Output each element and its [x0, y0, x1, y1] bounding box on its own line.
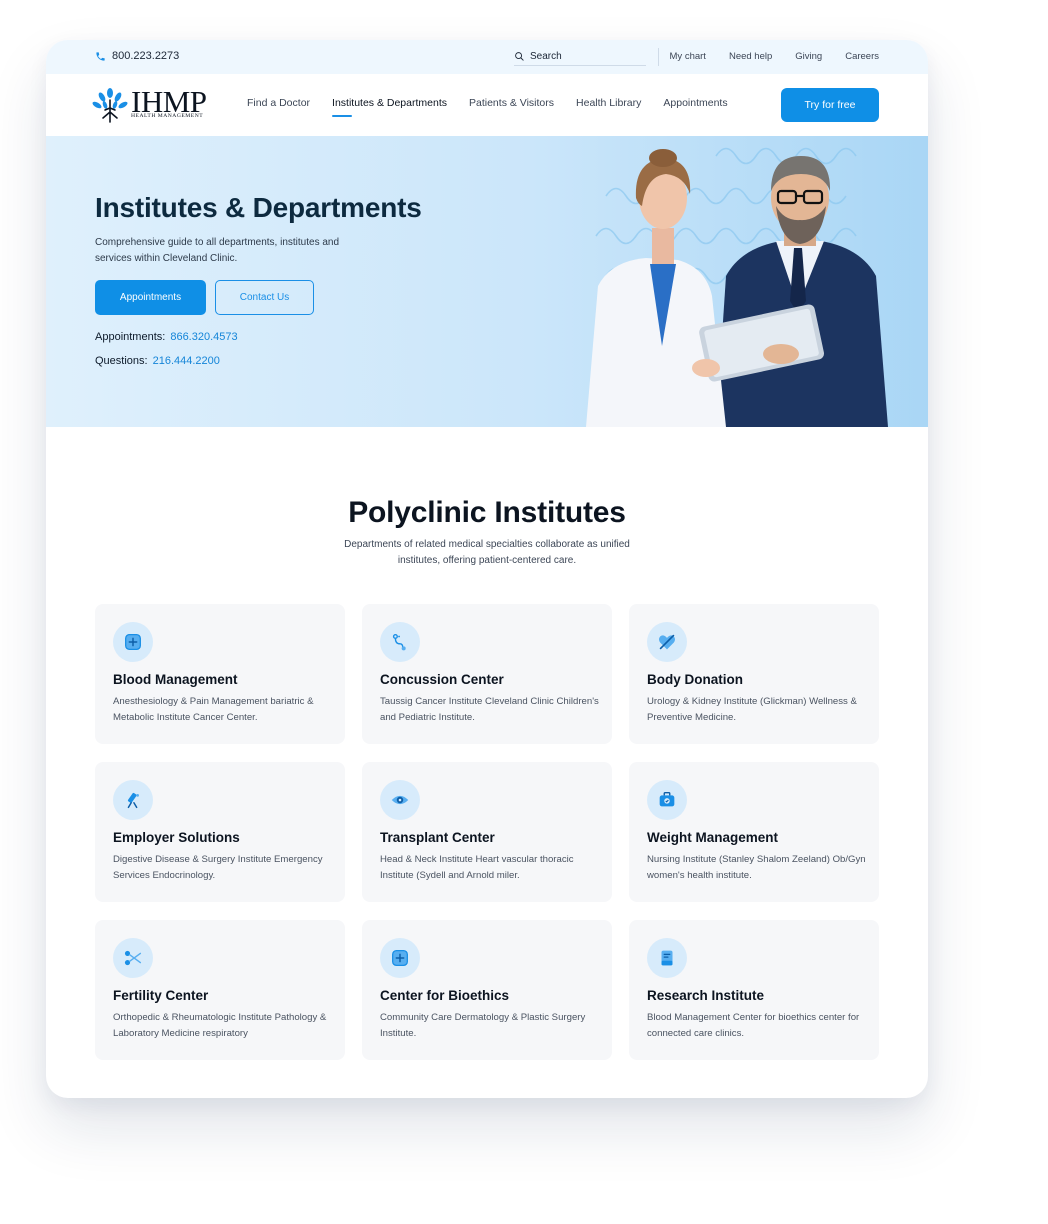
nav-item-find-a-doctor[interactable]: Find a Doctor [247, 97, 310, 109]
card-description: Taussig Cancer Institute Cleveland Clini… [380, 696, 599, 723]
card-title: Center for Bioethics [380, 988, 510, 1003]
section-description: Departments of related medical specialti… [344, 539, 630, 566]
contact-us-button[interactable]: Contact Us [215, 280, 314, 315]
institute-card[interactable]: Fertility Center Orthopedic & Rheumatolo… [95, 920, 345, 1060]
phone-number: 800.223.2273 [112, 50, 180, 62]
utility-bar: 800.223.2273 Search My chart Need help G… [46, 40, 928, 74]
link-careers[interactable]: Careers [845, 51, 879, 62]
medical-bag-icon [647, 780, 687, 820]
section-title: Polyclinic Institutes [348, 496, 626, 529]
main-navbar: IHMP HEALTH MANAGEMENT Find a Doctor Ins… [46, 74, 928, 136]
link-need-help[interactable]: Need help [729, 51, 772, 62]
appointments-label: Appointments: [95, 331, 166, 343]
plus-box-icon [113, 622, 153, 662]
stethoscope-icon [380, 622, 420, 662]
doctors-photo [586, 147, 888, 427]
institute-card[interactable]: Weight Management Nursing Institute (Sta… [629, 762, 879, 902]
card-description: Digestive Disease & Surgery Institute Em… [113, 854, 323, 881]
hero-section: Institutes & Departments Comprehensive g… [46, 136, 928, 427]
nav-item-institutes-departments[interactable]: Institutes & Departments [332, 97, 447, 117]
appointments-phone-link[interactable]: 866.320.4573 [170, 331, 237, 343]
utility-links: My chart Need help Giving Careers [670, 51, 879, 62]
logo-wordmark: IHMP [131, 84, 207, 119]
search-input[interactable]: Search [514, 48, 646, 66]
hero-description: Comprehensive guide to all departments, … [95, 237, 340, 264]
nav-menu: Find a Doctor Institutes & Departments P… [247, 97, 728, 117]
link-my-chart[interactable]: My chart [670, 51, 706, 62]
browser-frame: 800.223.2273 Search My chart Need help G… [46, 40, 928, 1098]
institute-card[interactable]: Research Institute Blood Management Cent… [629, 920, 879, 1060]
try-for-free-button[interactable]: Try for free [781, 88, 879, 122]
document-icon [647, 938, 687, 978]
institute-card[interactable]: Transplant Center Head & Neck Institute … [362, 762, 612, 902]
nav-item-appointments[interactable]: Appointments [663, 97, 727, 109]
card-title: Research Institute [647, 988, 765, 1003]
nav-item-patients-visitors[interactable]: Patients & Visitors [469, 97, 554, 109]
heart-off-icon [647, 622, 687, 662]
search-icon [515, 52, 524, 61]
questions-label: Questions: [95, 355, 148, 367]
scissors-icon [113, 938, 153, 978]
card-title: Fertility Center [113, 988, 209, 1003]
plus-box-icon [380, 938, 420, 978]
logo-tagline: HEALTH MANAGEMENT [131, 113, 204, 119]
nav-item-health-library[interactable]: Health Library [576, 97, 641, 109]
appointments-contact: Appointments: 866.320.4573 [95, 331, 238, 343]
questions-contact: Questions: 216.444.2200 [95, 355, 220, 367]
card-description: Community Care Dermatology & Plastic Sur… [380, 1012, 586, 1039]
appointments-button[interactable]: Appointments [95, 280, 206, 315]
microscope-icon [113, 780, 153, 820]
card-title: Transplant Center [380, 830, 495, 845]
card-title: Blood Management [113, 672, 238, 687]
card-title: Concussion Center [380, 672, 504, 687]
card-description: Anesthesiology & Pain Management bariatr… [113, 696, 314, 723]
phone-icon [96, 51, 105, 61]
card-description: Head & Neck Institute Heart vascular tho… [380, 854, 574, 881]
card-title: Weight Management [647, 830, 779, 845]
card-description: Orthopedic & Rheumatologic Institute Pat… [113, 1012, 327, 1039]
card-title: Body Donation [647, 672, 743, 687]
tree-logo-icon [92, 88, 128, 123]
institute-card[interactable]: Concussion Center Taussig Cancer Institu… [362, 604, 612, 744]
card-description: Blood Management Center for bioethics ce… [647, 1012, 860, 1039]
eye-icon [380, 780, 420, 820]
institute-card[interactable]: Blood Management Anesthesiology & Pain M… [95, 604, 345, 744]
phone-contact[interactable]: 800.223.2273 [95, 50, 179, 62]
logo[interactable]: IHMP HEALTH MANAGEMENT [91, 84, 207, 124]
search-placeholder: Search [530, 51, 562, 62]
link-giving[interactable]: Giving [795, 51, 822, 62]
institute-card[interactable]: Body Donation Urology & Kidney Institute… [629, 604, 879, 744]
institutes-grid: Blood Management Anesthesiology & Pain M… [95, 604, 880, 1060]
institute-card[interactable]: Employer Solutions Digestive Disease & S… [95, 762, 345, 902]
card-description: Nursing Institute (Stanley Shalom Zeelan… [647, 854, 866, 881]
institute-card[interactable]: Center for Bioethics Community Care Derm… [362, 920, 612, 1060]
divider [658, 48, 659, 66]
page-title: Institutes & Departments [95, 192, 422, 223]
questions-phone-link[interactable]: 216.444.2200 [153, 355, 220, 367]
card-description: Urology & Kidney Institute (Glickman) We… [647, 696, 857, 723]
card-title: Employer Solutions [113, 830, 240, 845]
